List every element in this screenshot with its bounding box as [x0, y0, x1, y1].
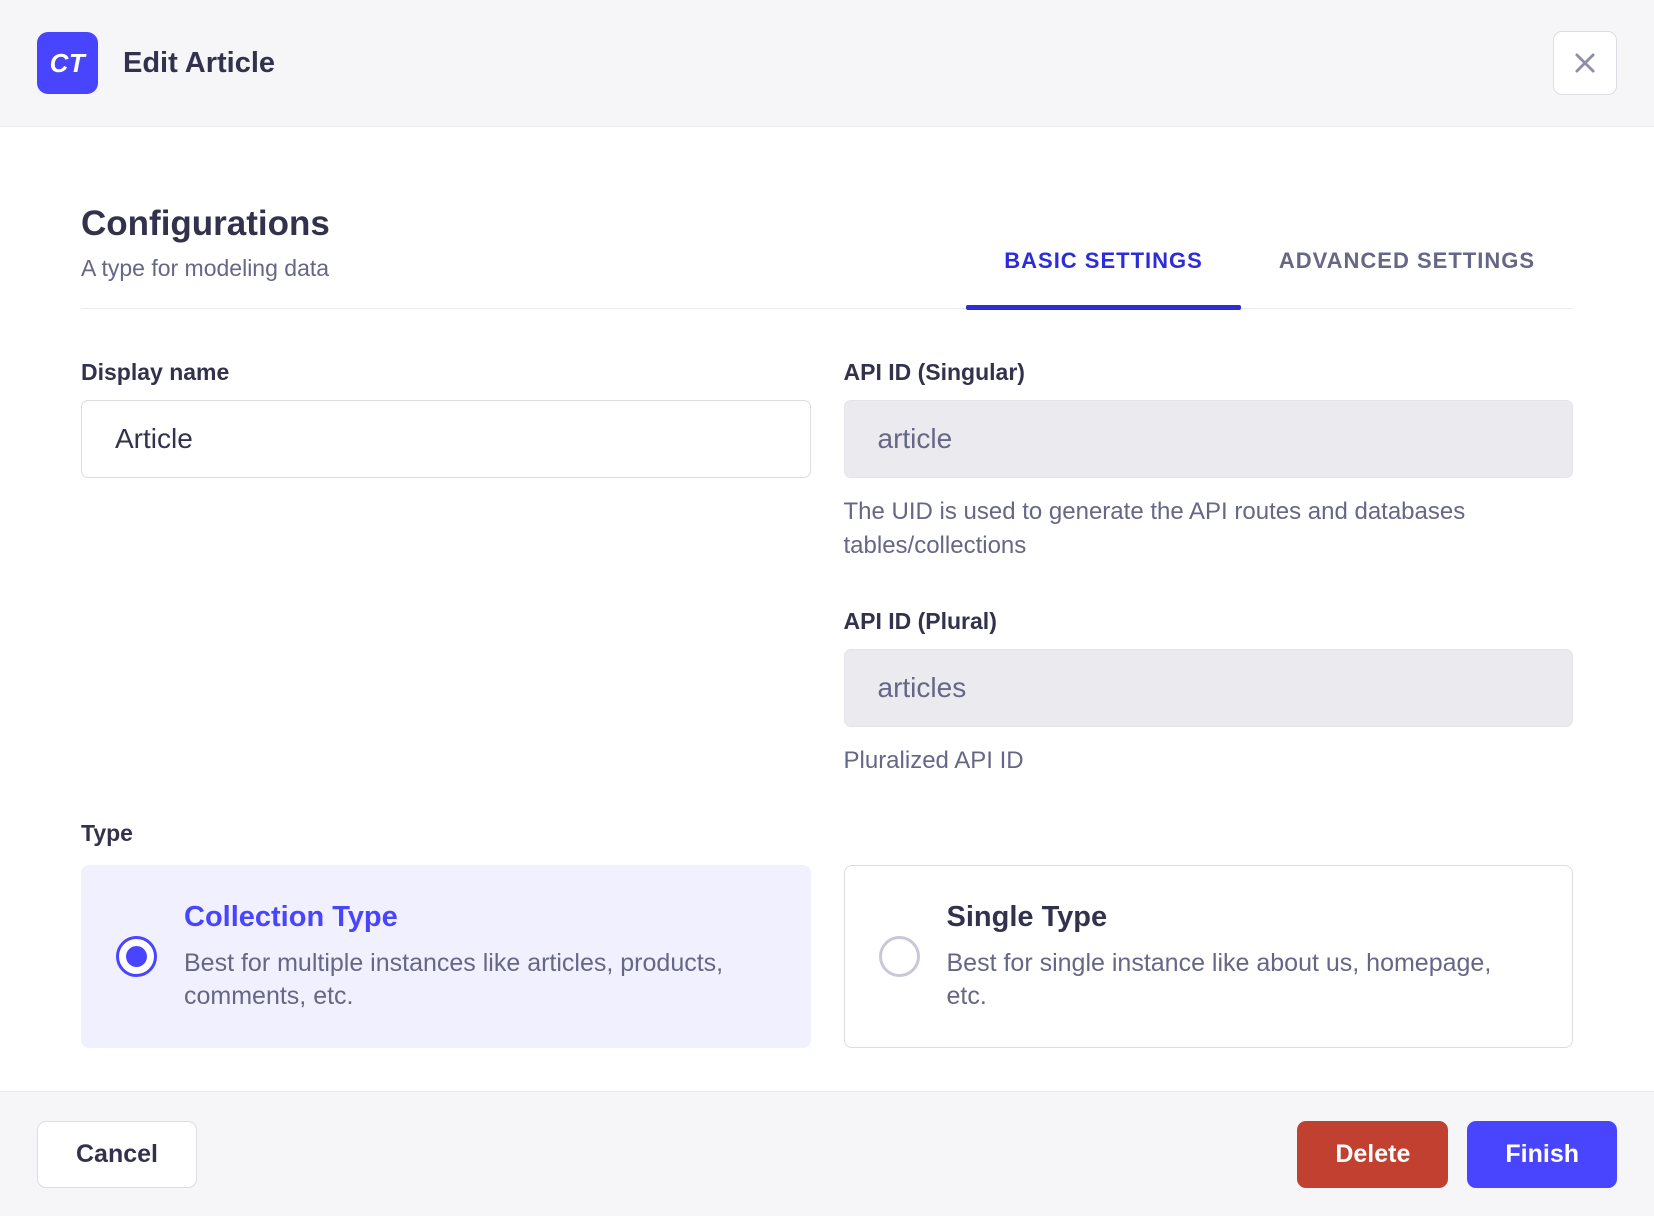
- display-name-label: Display name: [81, 359, 230, 385]
- page-title: Configurations: [81, 204, 330, 243]
- api-id-plural-hint: Pluralized API ID: [843, 747, 1024, 775]
- content-type-badge-icon: CT: [37, 32, 98, 94]
- single-type-option[interactable]: Single Type Best for single instance lik…: [843, 865, 1573, 1049]
- api-id-singular-label: API ID (Singular): [843, 359, 1025, 385]
- api-id-plural-input: [843, 649, 1573, 728]
- type-options: Collection Type Best for multiple instan…: [81, 865, 1573, 1049]
- modal-body: Configurations A type for modeling data …: [0, 127, 1654, 1091]
- collection-type-description: Best for multiple instances like article…: [184, 949, 724, 1010]
- radio-selected-dot-icon: [126, 946, 147, 968]
- tab-advanced-settings[interactable]: ADVANCED SETTINGS: [1241, 248, 1573, 308]
- single-type-text: Single Type Best for single instance lik…: [947, 901, 1517, 1012]
- collection-type-radio[interactable]: [116, 936, 157, 978]
- api-id-singular-hint: The UID is used to generate the API rout…: [843, 498, 1466, 560]
- page-subtitle: A type for modeling data: [81, 255, 330, 281]
- type-label: Type: [81, 820, 133, 847]
- single-type-title: Single Type: [946, 901, 1108, 934]
- form-grid-spacer: [81, 608, 811, 778]
- configurations-titles: Configurations A type for modeling data: [81, 203, 330, 308]
- api-id-singular-input: [843, 400, 1573, 478]
- api-id-plural-field-group: API ID (Plural) Pluralized API ID: [843, 608, 1573, 778]
- close-icon: [1571, 49, 1599, 77]
- modal-header: CT Edit Article: [0, 0, 1654, 127]
- display-name-field-group: Display name: [81, 359, 811, 563]
- collection-type-title: Collection Type: [184, 901, 398, 934]
- settings-tabs: BASIC SETTINGS ADVANCED SETTINGS: [966, 248, 1573, 310]
- tab-basic-settings[interactable]: BASIC SETTINGS: [966, 248, 1241, 310]
- api-id-plural-label: API ID (Plural): [843, 608, 997, 635]
- single-type-radio[interactable]: [878, 936, 920, 978]
- delete-button[interactable]: Delete: [1297, 1120, 1449, 1188]
- modal-footer: Cancel Delete Finish: [0, 1091, 1654, 1216]
- configuration-form: Display name API ID (Singular) The UID i…: [81, 359, 1573, 778]
- finish-button[interactable]: Finish: [1467, 1120, 1617, 1188]
- collection-type-text: Collection Type Best for multiple instan…: [184, 901, 754, 1012]
- configurations-header: Configurations A type for modeling data …: [81, 203, 1573, 310]
- close-button[interactable]: [1553, 31, 1617, 95]
- collection-type-option[interactable]: Collection Type Best for multiple instan…: [81, 865, 811, 1049]
- api-id-singular-field-group: API ID (Singular) The UID is used to gen…: [843, 359, 1573, 563]
- modal-title: Edit Article: [123, 46, 276, 79]
- cancel-button[interactable]: Cancel: [37, 1120, 197, 1188]
- edit-content-type-modal: CT Edit Article Configurations A type fo…: [0, 0, 1654, 1216]
- single-type-description: Best for single instance like about us, …: [946, 949, 1492, 1010]
- footer-actions: Delete Finish: [1297, 1120, 1617, 1188]
- display-name-input[interactable]: [81, 400, 811, 478]
